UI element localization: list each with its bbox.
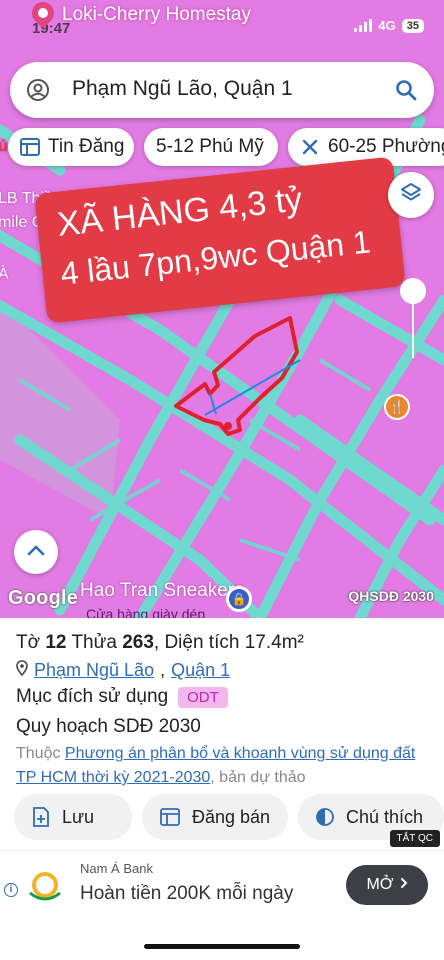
street-link[interactable]: Phạm Ngũ Lão [34, 660, 154, 681]
area-value: 17.4m² [244, 632, 304, 653]
location-pin-icon [16, 660, 28, 681]
search-bar[interactable]: Phạm Ngũ Lão, Quận 1 [10, 62, 434, 118]
poi-label[interactable]: Hao Tran Sneakers [80, 580, 244, 602]
post-sale-icon [160, 808, 180, 826]
plan-label: Quy hoạch SDĐ 2030 [16, 716, 201, 737]
area-label: , Diện tích [153, 632, 240, 653]
parcel-info-panel: Tờ 12 Thửa 263, Diện tích 17.4m² Phạm Ng… [0, 618, 444, 960]
save-icon [32, 807, 50, 827]
sheet-number: 12 [45, 632, 67, 653]
ad-promo-text: Hoàn tiền 200K mỗi ngày [80, 883, 294, 904]
ad-cta-label: MỞ [366, 876, 394, 893]
battery-badge: 35 [401, 18, 424, 33]
post-sale-label: Đăng bán [192, 806, 271, 827]
scale-line [412, 302, 414, 358]
source-prefix: Thuộc [16, 745, 61, 762]
network-type: 4G [378, 18, 396, 33]
restaurant-icon[interactable]: 🍴 [384, 394, 410, 420]
chip-address[interactable]: 5-12 Phú Mỹ [144, 128, 278, 166]
legend-label: Chú thích [346, 806, 424, 827]
signal-icon [354, 19, 373, 32]
search-input[interactable]: Phạm Ngũ Lão, Quận 1 [72, 77, 293, 101]
compass-button[interactable] [400, 278, 426, 304]
ad-open-button[interactable]: MỞ [346, 865, 428, 905]
search-icon[interactable] [394, 78, 418, 107]
place-label[interactable]: Loki-Cherry Homestay [62, 4, 251, 26]
chevron-right-icon [400, 876, 408, 894]
home-indicator[interactable] [144, 944, 300, 949]
status-indicators: 4G 35 [354, 18, 424, 33]
poi-sublabel: Cửa hàng giày dép [86, 606, 206, 618]
post-sale-button[interactable]: Đăng bán [142, 794, 288, 840]
chip-listings[interactable]: Tin Đăng [8, 128, 134, 166]
land-use-label: Mục đích sử dụng [16, 686, 169, 707]
sheet-label: Tờ [16, 632, 41, 653]
parcel-title: Tờ 12 Thửa 263, Diện tích 17.4m² [16, 632, 304, 654]
district-link[interactable]: Quận 1 [171, 660, 230, 681]
ad-banner[interactable]: i Nam Á Bank Hoàn tiền 200K mỗi ngày MỞ [0, 850, 444, 920]
account-icon[interactable] [26, 78, 50, 107]
chevron-up-icon [26, 543, 46, 562]
parcel-address: Phạm Ngũ Lão, Quận 1 [16, 660, 230, 681]
save-button-label: Lưu [62, 806, 95, 827]
layer-label: QHSDĐ 2030 [348, 588, 434, 604]
ad-info-icon[interactable]: i [4, 883, 18, 897]
parcel-number: 263 [122, 632, 154, 653]
bank-logo [24, 871, 66, 905]
expand-up-button[interactable] [14, 530, 58, 574]
save-button[interactable]: Lưu [14, 794, 132, 840]
google-logo: Google [8, 587, 79, 609]
land-use-badge[interactable]: ODT [178, 686, 228, 708]
swap-icon [300, 137, 320, 157]
chip-label: Tin Đăng [48, 136, 125, 157]
listing-icon [20, 138, 40, 156]
parcel-label: Thửa [71, 632, 117, 653]
plan-source: Thuộc Phương án phân bổ và khoanh vùng s… [16, 742, 436, 790]
action-buttons: Lưu Đăng bán Chú thích [0, 794, 444, 840]
chip-label: 60-25 Phường [328, 136, 444, 157]
chip-label: 5-12 Phú Mỹ [156, 136, 264, 157]
legend-icon [316, 808, 334, 826]
land-use-row: Mục đích sử dụng ODT [16, 686, 228, 708]
layers-icon [399, 181, 423, 210]
hide-ads-button[interactable]: TẮT QC [389, 830, 440, 847]
layers-button[interactable] [388, 172, 434, 218]
source-suffix: , bản dự thảo [210, 769, 306, 786]
map-view[interactable]: 19:47 4G 35 Loki-Cherry Homestay Phạm Ng… [0, 0, 444, 618]
shop-pin-icon[interactable]: 🔒 [226, 586, 252, 612]
map-label-fragment: À [0, 266, 9, 283]
ad-brand: Nam Á Bank [80, 861, 153, 876]
